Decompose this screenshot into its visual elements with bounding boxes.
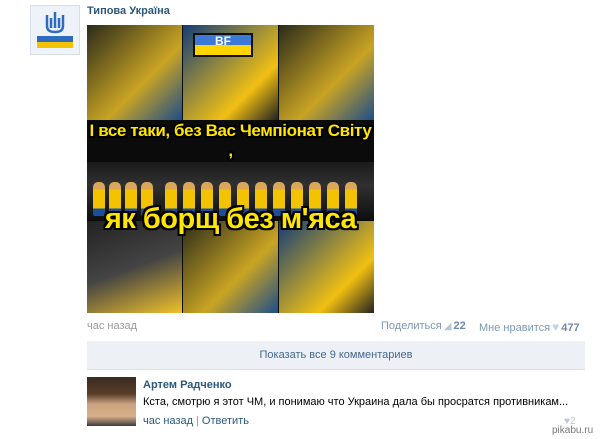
comment-meta: час назад | Ответить (143, 415, 249, 427)
post-image[interactable]: BF І все таки, без Вас Чемпіонат Світу ,… (87, 25, 374, 313)
trident-logo-icon (31, 6, 79, 54)
watermark: pikabu.ru (552, 425, 594, 436)
separator: | (196, 415, 199, 427)
player-photo-tile (87, 25, 182, 120)
share-count: 22 (453, 320, 466, 332)
like-button[interactable]: Мне нравится ♥ 477 (479, 320, 580, 334)
bf-banner: BF (193, 33, 253, 57)
share-label: Поделиться (381, 320, 442, 332)
share-button[interactable]: Поделиться ◢ 22 (381, 320, 466, 332)
group-avatar[interactable] (30, 5, 80, 55)
comment-time-link[interactable]: час назад (143, 415, 193, 427)
heart-icon: ♥ (552, 320, 560, 334)
post-time-link[interactable]: час назад (87, 320, 137, 332)
team-celebration-tile (279, 25, 374, 120)
comment-text: Кста, смотрю я этот ЧМ, и понимаю что Ук… (143, 396, 569, 408)
fans-photo-tile: BF (183, 25, 278, 120)
show-all-comments-button[interactable]: Показать все 9 комментариев (87, 341, 585, 370)
group-name-link[interactable]: Типова Україна (87, 5, 170, 17)
image-caption-bottom: як борщ без м'яса (104, 203, 357, 235)
megaphone-icon: ◢ (443, 321, 452, 332)
image-caption-top: І все таки, без Вас Чемпіонат Світу , (89, 121, 372, 160)
reply-link[interactable]: Ответить (202, 415, 249, 427)
like-label: Мне нравится (479, 322, 551, 334)
comment-author-avatar[interactable] (87, 377, 136, 426)
comment-author-link[interactable]: Артем Радченко (143, 379, 232, 391)
like-count: 477 (561, 322, 580, 334)
